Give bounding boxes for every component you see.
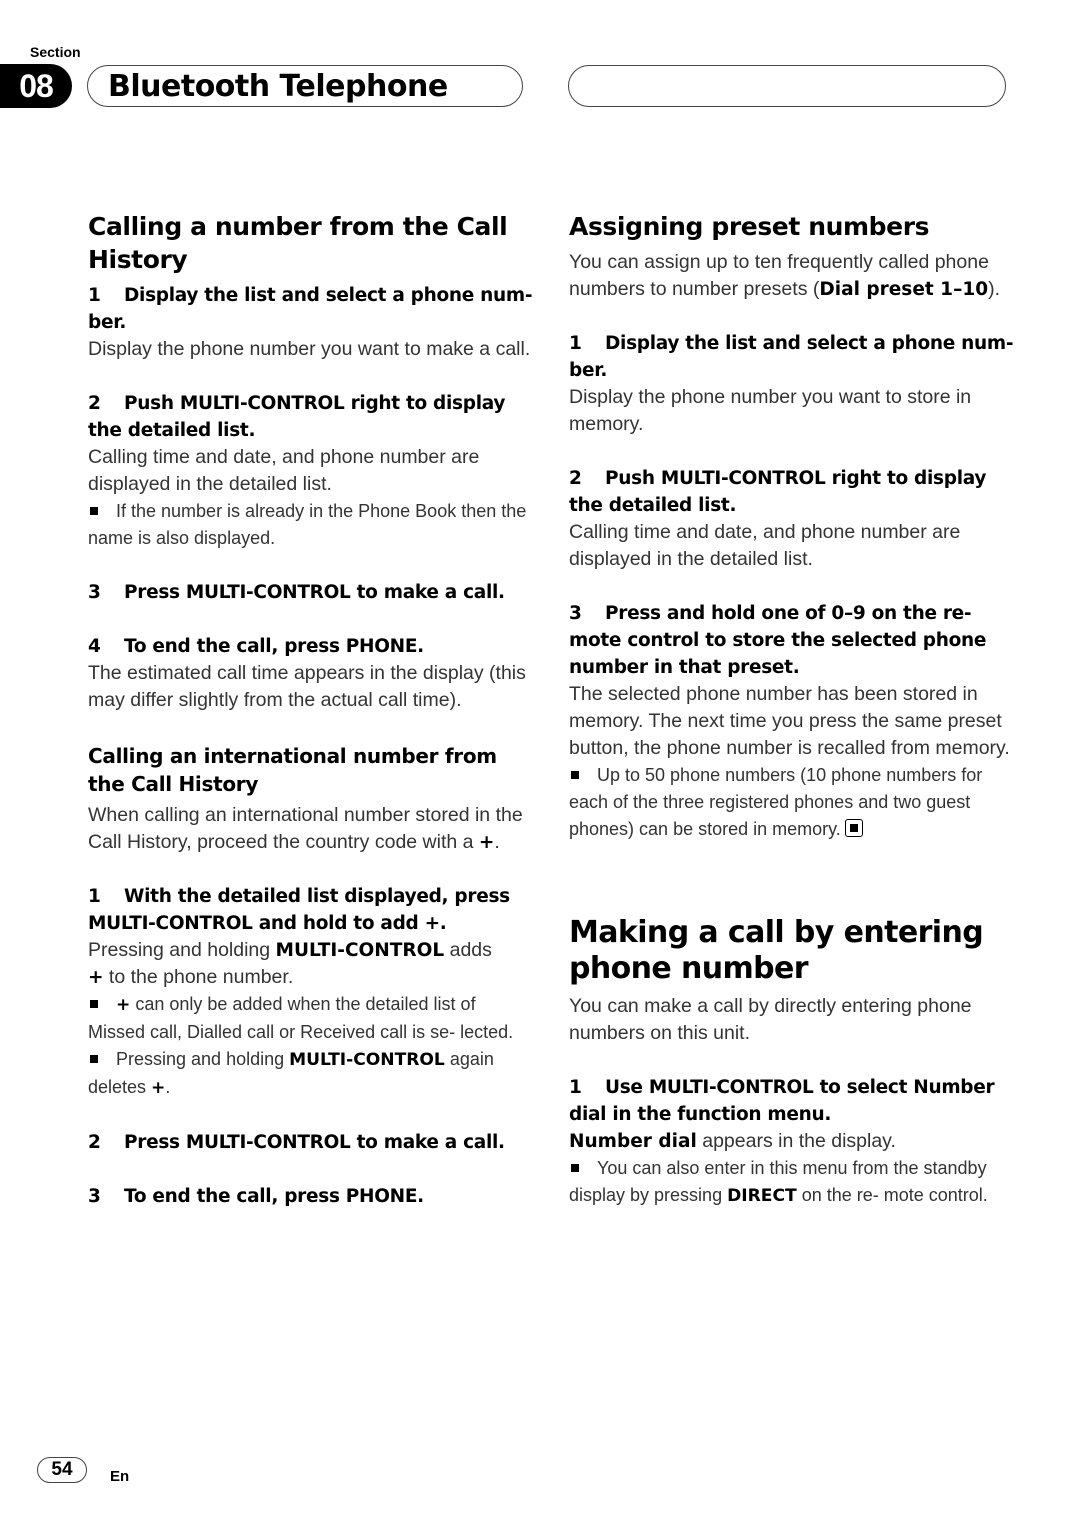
empty-header-pill bbox=[568, 65, 1006, 107]
step-body: Pressing and holding MULTI-CONTROL adds … bbox=[88, 939, 492, 988]
chapter-title-text: Bluetooth Telephone bbox=[108, 68, 448, 104]
dial-step-1: 1 Use MULTI-CONTROL to select Number dial… bbox=[569, 1074, 1014, 1210]
right-column: Assigning preset numbers You can assign … bbox=[569, 210, 1014, 1210]
bullet-square-icon bbox=[571, 771, 579, 780]
step-title: Push MULTI-CONTROL right to display the … bbox=[569, 468, 987, 516]
step-4: 4 To end the call, press PHONE. The estim… bbox=[88, 633, 533, 714]
step-title: Use MULTI-CONTROL to select Number dial … bbox=[569, 1077, 995, 1125]
section-heading-number-dial: Making a call by entering phone number bbox=[569, 915, 984, 986]
step-number: 3 bbox=[88, 1186, 101, 1207]
bullet-square-icon bbox=[90, 1000, 98, 1009]
step-number: 2 bbox=[88, 393, 101, 414]
step-number: 1 bbox=[569, 333, 582, 354]
note: Pressing and holding MULTI-CONTROL again… bbox=[88, 1049, 494, 1098]
section-heading-preset: Assigning preset numbers bbox=[569, 212, 930, 241]
preset-intro: You can assign up to ten frequently call… bbox=[569, 251, 1001, 300]
section-label: Section bbox=[30, 44, 81, 60]
step-title: Push MULTI-CONTROL right to display the … bbox=[88, 393, 506, 441]
step-number: 1 bbox=[88, 886, 101, 907]
step-title: Press MULTI-CONTROL to make a call. bbox=[124, 582, 505, 603]
section-number-badge: 08 bbox=[0, 64, 72, 108]
step-body: Display the phone number you want to mak… bbox=[88, 338, 531, 360]
step-3: 3 Press MULTI-CONTROL to make a call. bbox=[88, 579, 533, 606]
intl-step-1: 1 With the detailed list displayed, press… bbox=[88, 883, 533, 1102]
step-body: Calling time and date, and phone number … bbox=[88, 446, 480, 495]
left-column: Calling a number from the Call History 1… bbox=[88, 210, 533, 1210]
step-body: Display the phone number you want to sto… bbox=[569, 386, 972, 435]
note: If the number is already in the Phone Bo… bbox=[88, 501, 527, 548]
step-body: The selected phone number has been store… bbox=[569, 683, 1010, 759]
step-number: 4 bbox=[88, 636, 101, 657]
preset-step-1: 1 Display the list and select a phone num… bbox=[569, 330, 1014, 438]
subheading-international: Calling an international number from the… bbox=[88, 744, 497, 796]
step-title: Press and hold one of 0–9 on the re- mot… bbox=[569, 603, 987, 678]
international-intro: When calling an international number sto… bbox=[88, 804, 523, 853]
step-body: The estimated call time appears in the d… bbox=[88, 662, 526, 711]
bullet-square-icon bbox=[90, 1055, 98, 1064]
number-dial-intro: You can make a call by directly entering… bbox=[569, 995, 972, 1044]
step-number: 1 bbox=[569, 1077, 582, 1098]
step-title: Display the list and select a phone num-… bbox=[88, 285, 533, 333]
step-number: 2 bbox=[88, 1132, 101, 1153]
step-title: With the detailed list displayed, press … bbox=[88, 886, 510, 934]
step-title: Press MULTI-CONTROL to make a call. bbox=[124, 1132, 505, 1153]
bullet-square-icon bbox=[571, 1164, 579, 1173]
preset-step-2: 2 Push MULTI-CONTROL right to display the… bbox=[569, 465, 1014, 573]
chapter-title: Bluetooth Telephone bbox=[87, 65, 523, 107]
step-number: 3 bbox=[569, 603, 582, 624]
preset-step-3: 3 Press and hold one of 0–9 on the re- mo… bbox=[569, 600, 1014, 843]
step-title: To end the call, press PHONE. bbox=[124, 636, 424, 657]
intl-step-2: 2 Press MULTI-CONTROL to make a call. bbox=[88, 1129, 533, 1156]
note: + can only be added when the detailed li… bbox=[88, 994, 514, 1042]
end-of-section-icon bbox=[844, 819, 863, 837]
step-1: 1 Display the list and select a phone num… bbox=[88, 282, 533, 363]
step-body: Number dial appears in the display. bbox=[569, 1130, 896, 1152]
step-number: 3 bbox=[88, 582, 101, 603]
page-number: 54 bbox=[37, 1457, 87, 1483]
note: Up to 50 phone numbers (10 phone numbers… bbox=[569, 765, 983, 839]
step-title: Display the list and select a phone num-… bbox=[569, 333, 1014, 381]
step-number: 1 bbox=[88, 285, 101, 306]
bullet-square-icon bbox=[90, 507, 98, 516]
note: You can also enter in this menu from the… bbox=[569, 1158, 988, 1206]
step-title: To end the call, press PHONE. bbox=[124, 1186, 424, 1207]
intl-step-3: 3 To end the call, press PHONE. bbox=[88, 1183, 533, 1210]
step-number: 2 bbox=[569, 468, 582, 489]
section-heading-call-history: Calling a number from the Call History bbox=[88, 212, 508, 274]
step-2: 2 Push MULTI-CONTROL right to display the… bbox=[88, 390, 533, 552]
language-code: En bbox=[110, 1468, 130, 1485]
step-body: Calling time and date, and phone number … bbox=[569, 521, 961, 570]
